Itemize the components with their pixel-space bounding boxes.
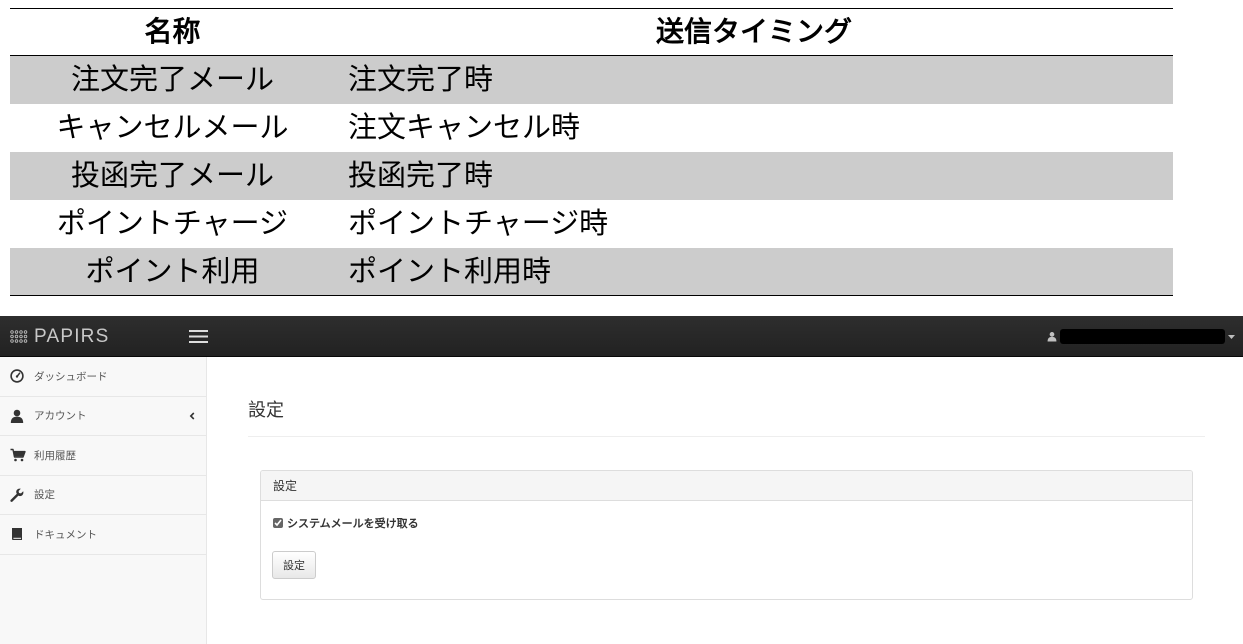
settings-panel: 設定 システムメールを受け取る 設定	[260, 470, 1193, 600]
chevron-left-icon	[189, 412, 195, 420]
redacted-username	[1060, 329, 1225, 344]
system-mail-checkbox[interactable]	[273, 518, 283, 528]
send-timing-cell: ポイントチャージ時	[348, 206, 609, 240]
mail-name-cell: ポイント利用	[10, 247, 335, 296]
table-row: キャンセルメール 注文キャンセル時	[10, 104, 1173, 152]
system-mail-option[interactable]: システムメールを受け取る	[273, 515, 419, 531]
sidebar-item-usage-history[interactable]: 利用履歴	[0, 436, 206, 476]
sidebar-item-label: ダッシュボード	[34, 370, 108, 383]
user-icon	[1047, 331, 1057, 342]
app-name: PAPIRS	[34, 325, 110, 347]
top-navbar: PAPIRS	[0, 316, 1243, 357]
cart-icon	[10, 448, 26, 462]
sidebar-item-label: ドキュメント	[34, 528, 97, 541]
main-content: 設定 設定 システムメールを受け取る 設定	[207, 357, 1243, 644]
table-header: 名称 送信タイミング	[10, 8, 1173, 56]
user-icon	[10, 409, 26, 423]
book-icon	[10, 527, 26, 541]
sidebar-item-settings[interactable]: 設定	[0, 476, 206, 515]
column-header-name: 名称	[10, 8, 335, 56]
admin-app: PAPIRS ダッシュボード アカウント 利用履歴 設定 ドキュメント 設定 設…	[0, 316, 1243, 644]
send-timing-cell: 注文完了時	[335, 55, 1173, 104]
dot-grid-icon	[10, 329, 28, 343]
sidebar-item-label: 利用履歴	[34, 449, 76, 462]
mail-name-cell: キャンセルメール	[56, 110, 289, 144]
sidebar-item-label: アカウント	[34, 410, 87, 423]
mail-name-cell: ポイントチャージ	[56, 206, 289, 240]
table-header-row: 名称 送信タイミング	[10, 8, 1173, 56]
table-body: 注文完了メール 注文完了時 キャンセルメール 注文キャンセル時 投函完了メール …	[10, 55, 1173, 296]
table-row: ポイント利用 ポイント利用時	[10, 247, 1173, 296]
panel-body: システムメールを受け取る 設定	[261, 501, 1192, 599]
table-row: ポイントチャージ ポイントチャージ時	[10, 200, 1173, 248]
panel-heading: 設定	[261, 471, 1192, 501]
mail-name-cell: 投函完了メール	[10, 151, 335, 200]
column-header-timing: 送信タイミング	[335, 8, 1173, 56]
system-mail-label: システムメールを受け取る	[287, 518, 419, 530]
title-divider	[248, 436, 1205, 437]
save-settings-button[interactable]: 設定	[272, 551, 316, 579]
mail-name-cell: 注文完了メール	[10, 55, 335, 104]
sidebar-toggle-button[interactable]	[189, 330, 208, 343]
sidebar-item-dashboard[interactable]: ダッシュボード	[0, 357, 206, 397]
sidebar-item-account[interactable]: アカウント	[0, 397, 206, 436]
send-timing-cell: 注文キャンセル時	[348, 110, 581, 144]
wrench-icon	[10, 488, 26, 502]
sidebar: ダッシュボード アカウント 利用履歴 設定 ドキュメント	[0, 357, 207, 644]
table-row: 投函完了メール 投函完了時	[10, 151, 1173, 200]
send-timing-cell: 投函完了時	[335, 151, 1173, 200]
caret-down-icon	[1228, 335, 1235, 339]
sidebar-item-label: 設定	[34, 489, 55, 502]
mail-timing-table: 名称 送信タイミング 注文完了メール 注文完了時 キャンセルメール 注文キャンセ…	[10, 8, 1173, 296]
dashboard-icon	[10, 369, 26, 383]
page-title: 設定	[248, 400, 284, 420]
app-logo[interactable]: PAPIRS	[10, 316, 109, 356]
user-menu-dropdown[interactable]	[1044, 316, 1240, 356]
send-timing-cell: ポイント利用時	[335, 247, 1173, 296]
hamburger-icon	[189, 330, 208, 343]
table-row: 注文完了メール 注文完了時	[10, 55, 1173, 104]
sidebar-item-documents[interactable]: ドキュメント	[0, 515, 206, 555]
